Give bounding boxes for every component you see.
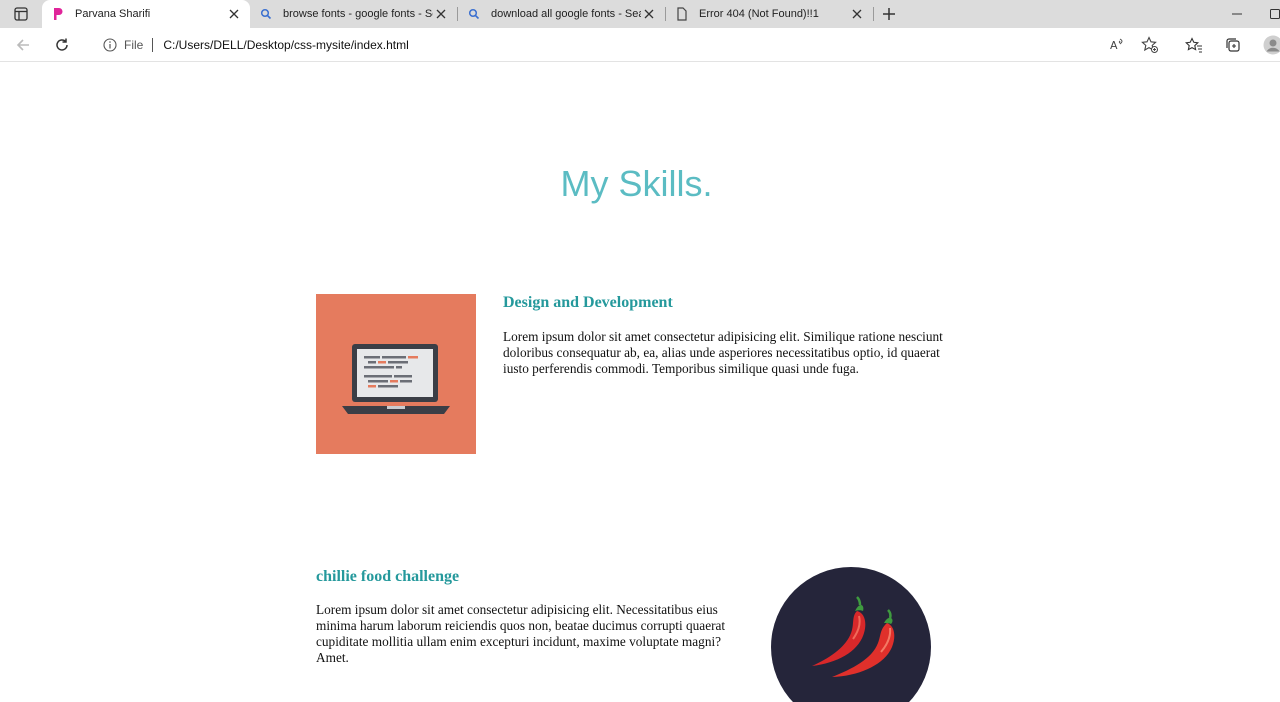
page-title: My Skills. <box>560 163 713 204</box>
document-icon <box>674 6 690 22</box>
tab-browse-fonts[interactable]: browse fonts - google fonts - Se <box>250 0 457 28</box>
laptop-icon <box>342 344 450 414</box>
close-tab-icon[interactable] <box>226 6 242 22</box>
tab-download-fonts[interactable]: download all google fonts - Sear <box>458 0 665 28</box>
search-icon <box>466 6 482 22</box>
tab-parvana-sharifi[interactable]: Parvana Sharifi <box>42 0 250 28</box>
maximize-button[interactable] <box>1264 4 1280 24</box>
chili-food-image <box>771 567 931 702</box>
collections-button[interactable] <box>1221 33 1245 57</box>
back-button[interactable] <box>11 33 35 57</box>
info-icon[interactable] <box>102 37 118 53</box>
close-tab-icon[interactable] <box>641 6 657 22</box>
tab-title: Error 404 (Not Found)!!1 <box>699 8 819 20</box>
svg-text:A: A <box>1110 39 1118 52</box>
refresh-icon <box>56 38 68 51</box>
address-divider <box>152 38 154 52</box>
back-arrow-icon <box>16 39 29 51</box>
add-favorite-icon[interactable] <box>1140 35 1160 55</box>
close-tab-icon[interactable] <box>849 6 865 22</box>
page-p-icon <box>50 6 66 22</box>
maximize-icon <box>1270 9 1280 19</box>
url-text[interactable]: C:/Users/DELL/Desktop/css-mysite/index.h… <box>163 38 408 52</box>
tab-title: Parvana Sharifi <box>75 8 151 20</box>
tab-actions-icon <box>14 7 28 21</box>
skill-description: Lorem ipsum dolor sit amet consectetur a… <box>316 602 726 665</box>
tab-divider <box>873 7 874 21</box>
skill-description: Lorem ipsum dolor sit amet consectetur a… <box>503 329 943 376</box>
plus-icon <box>883 8 895 20</box>
scheme-label: File <box>124 38 144 52</box>
chili-pepper-icon <box>812 596 895 677</box>
profile-button[interactable] <box>1261 33 1280 57</box>
address-bar[interactable]: File C:/Users/DELL/Desktop/css-mysite/in… <box>88 31 1170 59</box>
tab-strip: Parvana Sharifi browse fonts - google fo… <box>0 0 1280 28</box>
minimize-button[interactable] <box>1226 4 1248 24</box>
favorites-icon <box>1185 37 1202 53</box>
skill-heading: Design and Development <box>503 294 673 311</box>
favorites-button[interactable] <box>1182 33 1206 57</box>
search-icon <box>258 6 274 22</box>
new-tab-button[interactable] <box>878 4 900 24</box>
read-aloud-icon[interactable]: A <box>1108 35 1128 55</box>
browser-toolbar: File C:/Users/DELL/Desktop/css-mysite/in… <box>0 28 1280 62</box>
skill-heading: chillie food challenge <box>316 568 460 585</box>
collections-icon <box>1226 38 1240 52</box>
tab-title: browse fonts - google fonts - Se <box>283 8 433 20</box>
tab-actions-button[interactable] <box>8 4 34 24</box>
design-development-image <box>316 294 476 454</box>
minimize-icon <box>1232 13 1242 15</box>
close-tab-icon[interactable] <box>433 6 449 22</box>
tab-title: download all google fonts - Sear <box>491 8 641 20</box>
avatar-icon <box>1263 35 1280 55</box>
tab-error-404[interactable]: Error 404 (Not Found)!!1 <box>666 0 873 28</box>
refresh-button[interactable] <box>50 33 74 57</box>
